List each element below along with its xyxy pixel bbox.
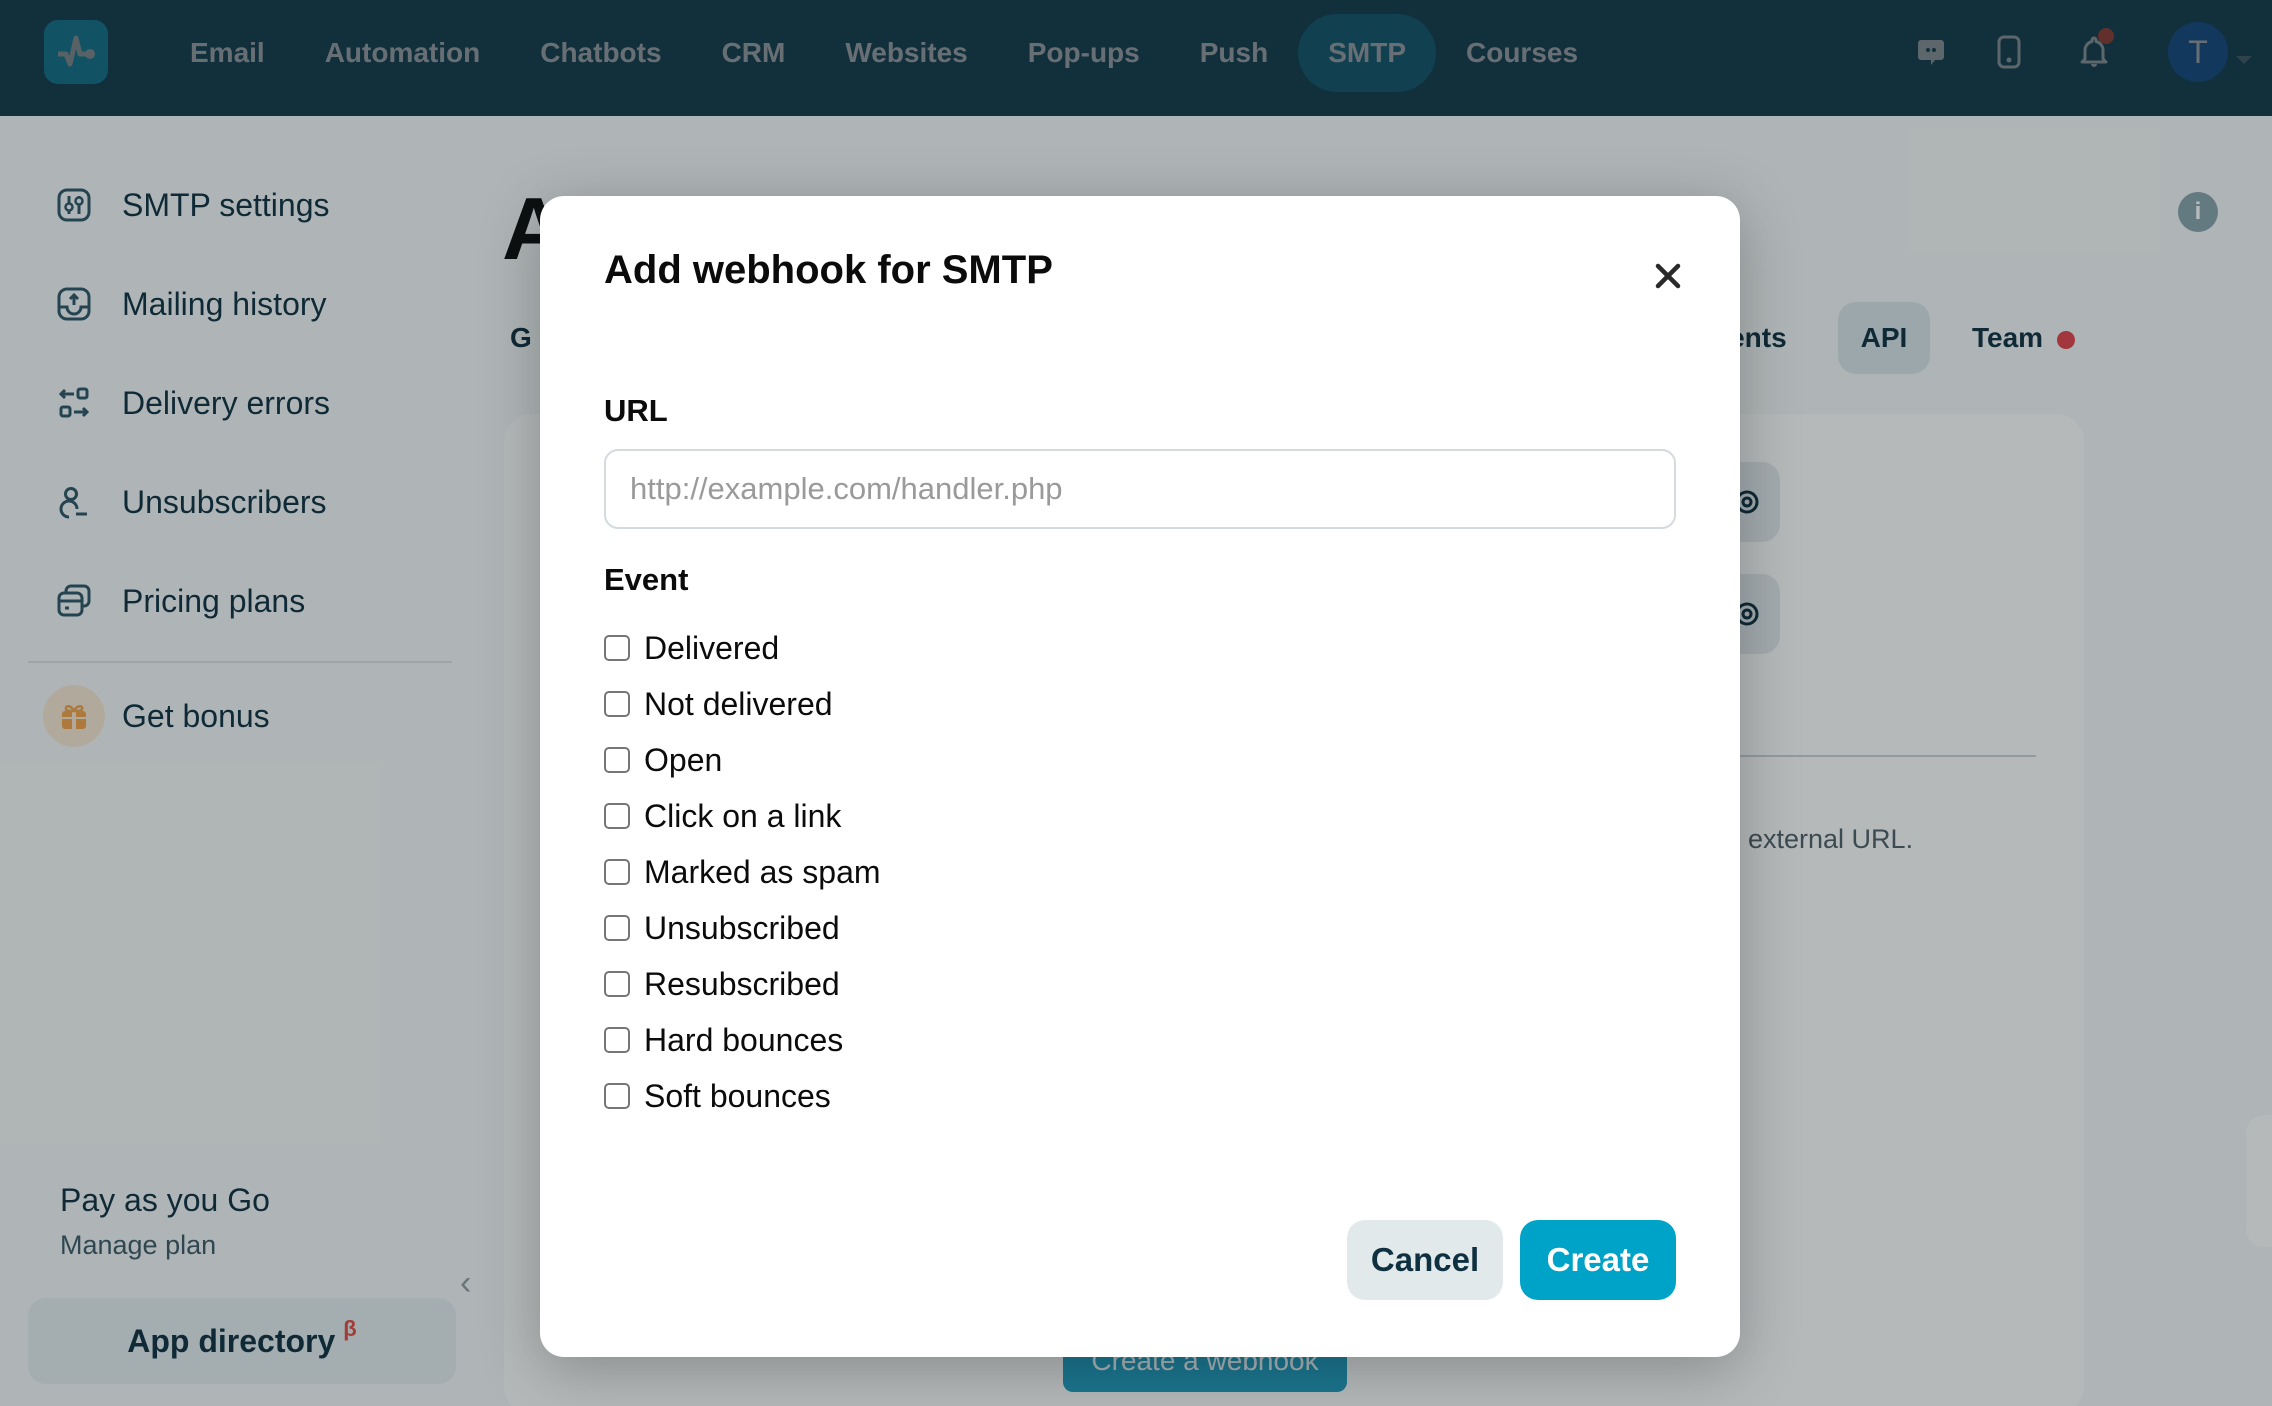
checkbox[interactable] bbox=[604, 859, 630, 885]
checkbox[interactable] bbox=[604, 1083, 630, 1109]
event-option-not-delivered[interactable]: Not delivered bbox=[604, 676, 881, 732]
checkbox[interactable] bbox=[604, 635, 630, 661]
checkbox[interactable] bbox=[604, 915, 630, 941]
url-label: URL bbox=[604, 393, 668, 428]
event-option-unsubscribed[interactable]: Unsubscribed bbox=[604, 900, 881, 956]
event-option-marked-as-spam[interactable]: Marked as spam bbox=[604, 844, 881, 900]
event-label: Event bbox=[604, 562, 689, 597]
create-button[interactable]: Create bbox=[1520, 1220, 1676, 1300]
event-checkbox-list: Delivered Not delivered Open Click on a … bbox=[604, 620, 881, 1124]
checkbox[interactable] bbox=[604, 971, 630, 997]
url-input[interactable] bbox=[604, 449, 1676, 529]
event-option-open[interactable]: Open bbox=[604, 732, 881, 788]
dialog-title: Add webhook for SMTP bbox=[604, 248, 1053, 292]
checkbox[interactable] bbox=[604, 1027, 630, 1053]
event-option-click-on-link[interactable]: Click on a link bbox=[604, 788, 881, 844]
event-option-resubscribed[interactable]: Resubscribed bbox=[604, 956, 881, 1012]
event-option-hard-bounces[interactable]: Hard bounces bbox=[604, 1012, 881, 1068]
checkbox[interactable] bbox=[604, 691, 630, 717]
event-option-delivered[interactable]: Delivered bbox=[604, 620, 881, 676]
close-icon[interactable] bbox=[1640, 248, 1696, 304]
cancel-button[interactable]: Cancel bbox=[1347, 1220, 1503, 1300]
add-webhook-dialog: Add webhook for SMTP URL Event Delivered… bbox=[540, 196, 1740, 1357]
event-option-soft-bounces[interactable]: Soft bounces bbox=[604, 1068, 881, 1124]
checkbox[interactable] bbox=[604, 803, 630, 829]
checkbox[interactable] bbox=[604, 747, 630, 773]
